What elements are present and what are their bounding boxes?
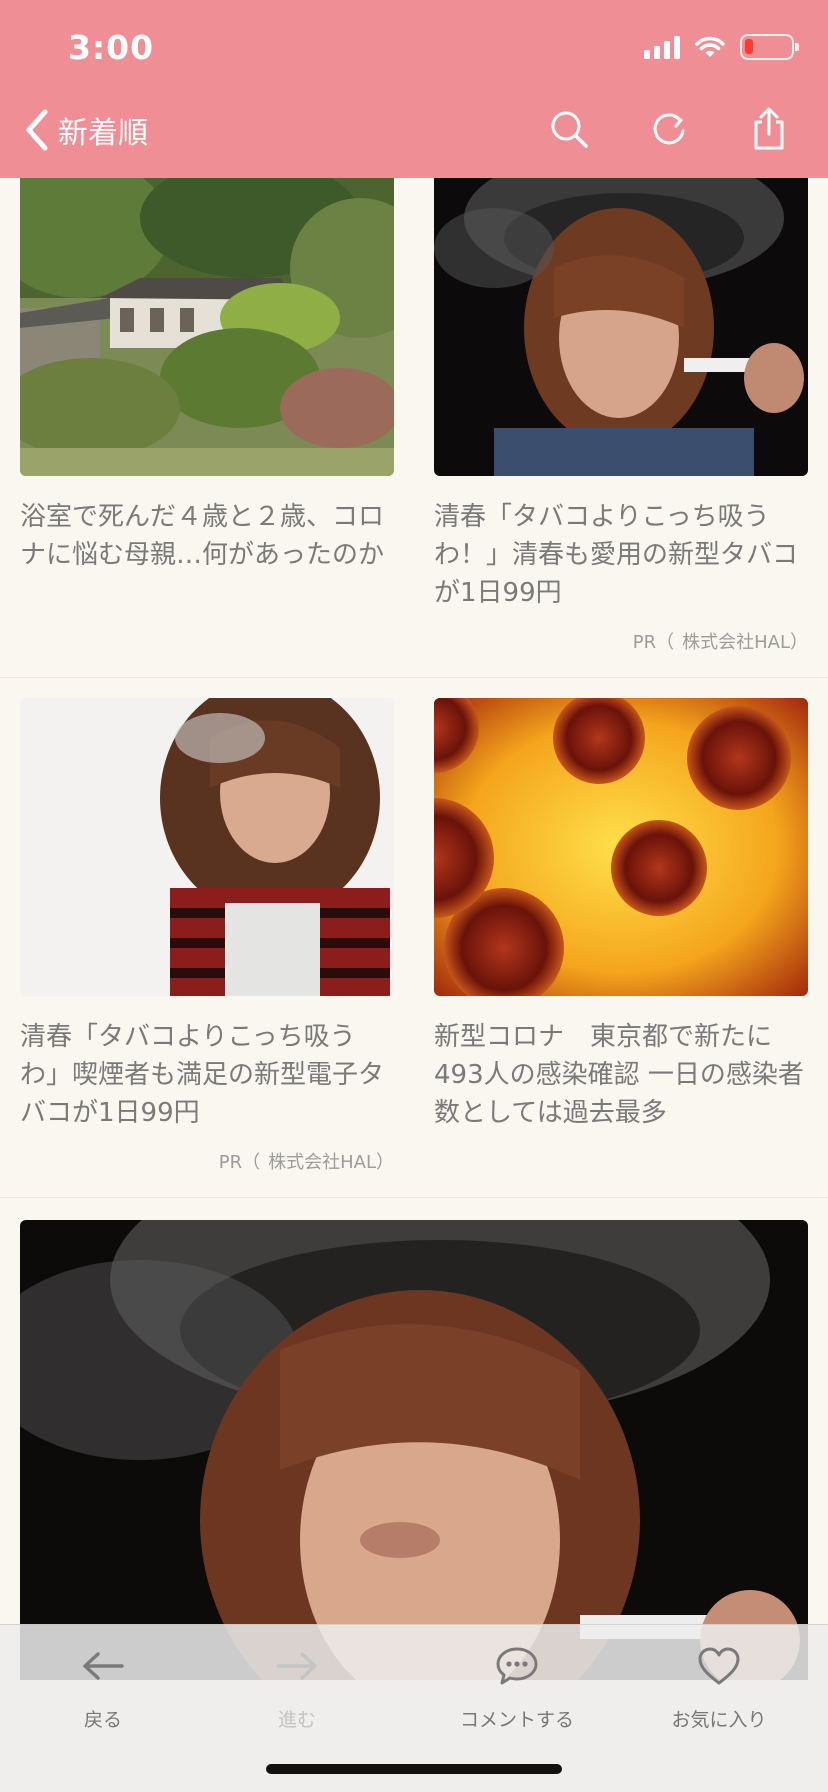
virus-micrograph-photo [434, 698, 808, 996]
app-header: 3:00 新着順 [0, 0, 828, 178]
back-nav-button[interactable]: 新着順 [24, 108, 148, 152]
featured-article-card[interactable] [20, 1220, 808, 1680]
favorite-button[interactable]: お気に入り [634, 1641, 804, 1732]
header-actions [546, 106, 792, 152]
status-icons [644, 34, 799, 60]
pr-badge: PR（ [218, 1152, 261, 1173]
sort-title: 新着順 [58, 116, 148, 151]
article-row: 浴室で死んだ４歳と２歳、コロナに悩む母親…何があったのか 清春「タバコよりこっち… [0, 178, 828, 678]
article-title: 清春「タバコよりこっち吸うわ」喫煙者も満足の新型電子タバコが1日99円 [20, 1022, 385, 1128]
article-feed: 浴室で死んだ４歳と２歳、コロナに悩む母親…何があったのか 清春「タバコよりこっち… [0, 178, 828, 1198]
pr-badge: PR（ [632, 632, 675, 653]
chevron-left-icon [26, 109, 48, 151]
home-indicator[interactable] [266, 1764, 562, 1774]
status-time: 3:00 [68, 28, 155, 67]
man-hat-smoking-photo [434, 178, 808, 476]
arrow-left-icon [83, 1652, 124, 1680]
sponsor-name: 株式会社HAL） [268, 1152, 394, 1173]
sponsor-name: 株式会社HAL） [682, 632, 808, 653]
article-card[interactable]: 新型コロナ 東京都で新たに493人の感染確認 一日の感染者数としては過去最多 [434, 698, 808, 1132]
refresh-icon [653, 113, 685, 145]
screen: 3:00 新着順 浴室で死んだ４歳と２歳、コロナに悩む母親…何があったのか 清春… [0, 0, 828, 1792]
battery-icon [740, 34, 799, 60]
article-title: 浴室で死んだ４歳と２歳、コロナに悩む母親…何があったのか [20, 502, 385, 570]
sponsor-label: PR（ 株式会社HAL） [20, 1148, 394, 1174]
article-card[interactable]: 浴室で死んだ４歳と２歳、コロナに悩む母親…何があったのか [20, 178, 394, 612]
article-title: 新型コロナ 東京都で新たに493人の感染確認 一日の感染者数としては過去最多 [434, 1022, 804, 1128]
search-button[interactable] [546, 106, 592, 152]
man-hat-smoking-large-photo [20, 1220, 808, 1680]
share-button[interactable] [746, 106, 792, 152]
comment-bubble-icon [496, 1647, 538, 1685]
forward-label: 進む [277, 1709, 316, 1731]
back-button[interactable]: 戻る [18, 1641, 188, 1732]
man-smoking-photo [20, 698, 394, 996]
comment-label: コメントする [459, 1709, 574, 1731]
back-label: 戻る [83, 1709, 122, 1731]
comment-button[interactable]: コメントする [412, 1641, 622, 1732]
heart-icon [698, 1647, 740, 1685]
forward-button[interactable]: 進む [212, 1641, 382, 1732]
refresh-button[interactable] [646, 106, 692, 152]
wifi-icon [695, 36, 725, 57]
article-title: 清春「タバコよりこっち吸うわ！」清春も愛用の新型タバコが1日99円 [434, 502, 799, 608]
search-icon [551, 111, 588, 148]
article-row: 清春「タバコよりこっち吸うわ」喫煙者も満足の新型電子タバコが1日99円 PR（ 株… [0, 678, 828, 1198]
ad-card[interactable]: 清春「タバコよりこっち吸うわ！」清春も愛用の新型タバコが1日99円 PR（ 株式会… [434, 178, 808, 654]
favorite-label: お気に入り [671, 1709, 767, 1731]
sponsor-label: PR（ 株式会社HAL） [434, 628, 808, 654]
countryside-house-photo [20, 178, 394, 476]
cellular-signal-icon [644, 35, 680, 59]
ad-card[interactable]: 清春「タバコよりこっち吸うわ」喫煙者も満足の新型電子タバコが1日99円 PR（ 株… [20, 698, 394, 1174]
arrow-right-icon [276, 1652, 317, 1680]
share-icon [754, 107, 784, 150]
